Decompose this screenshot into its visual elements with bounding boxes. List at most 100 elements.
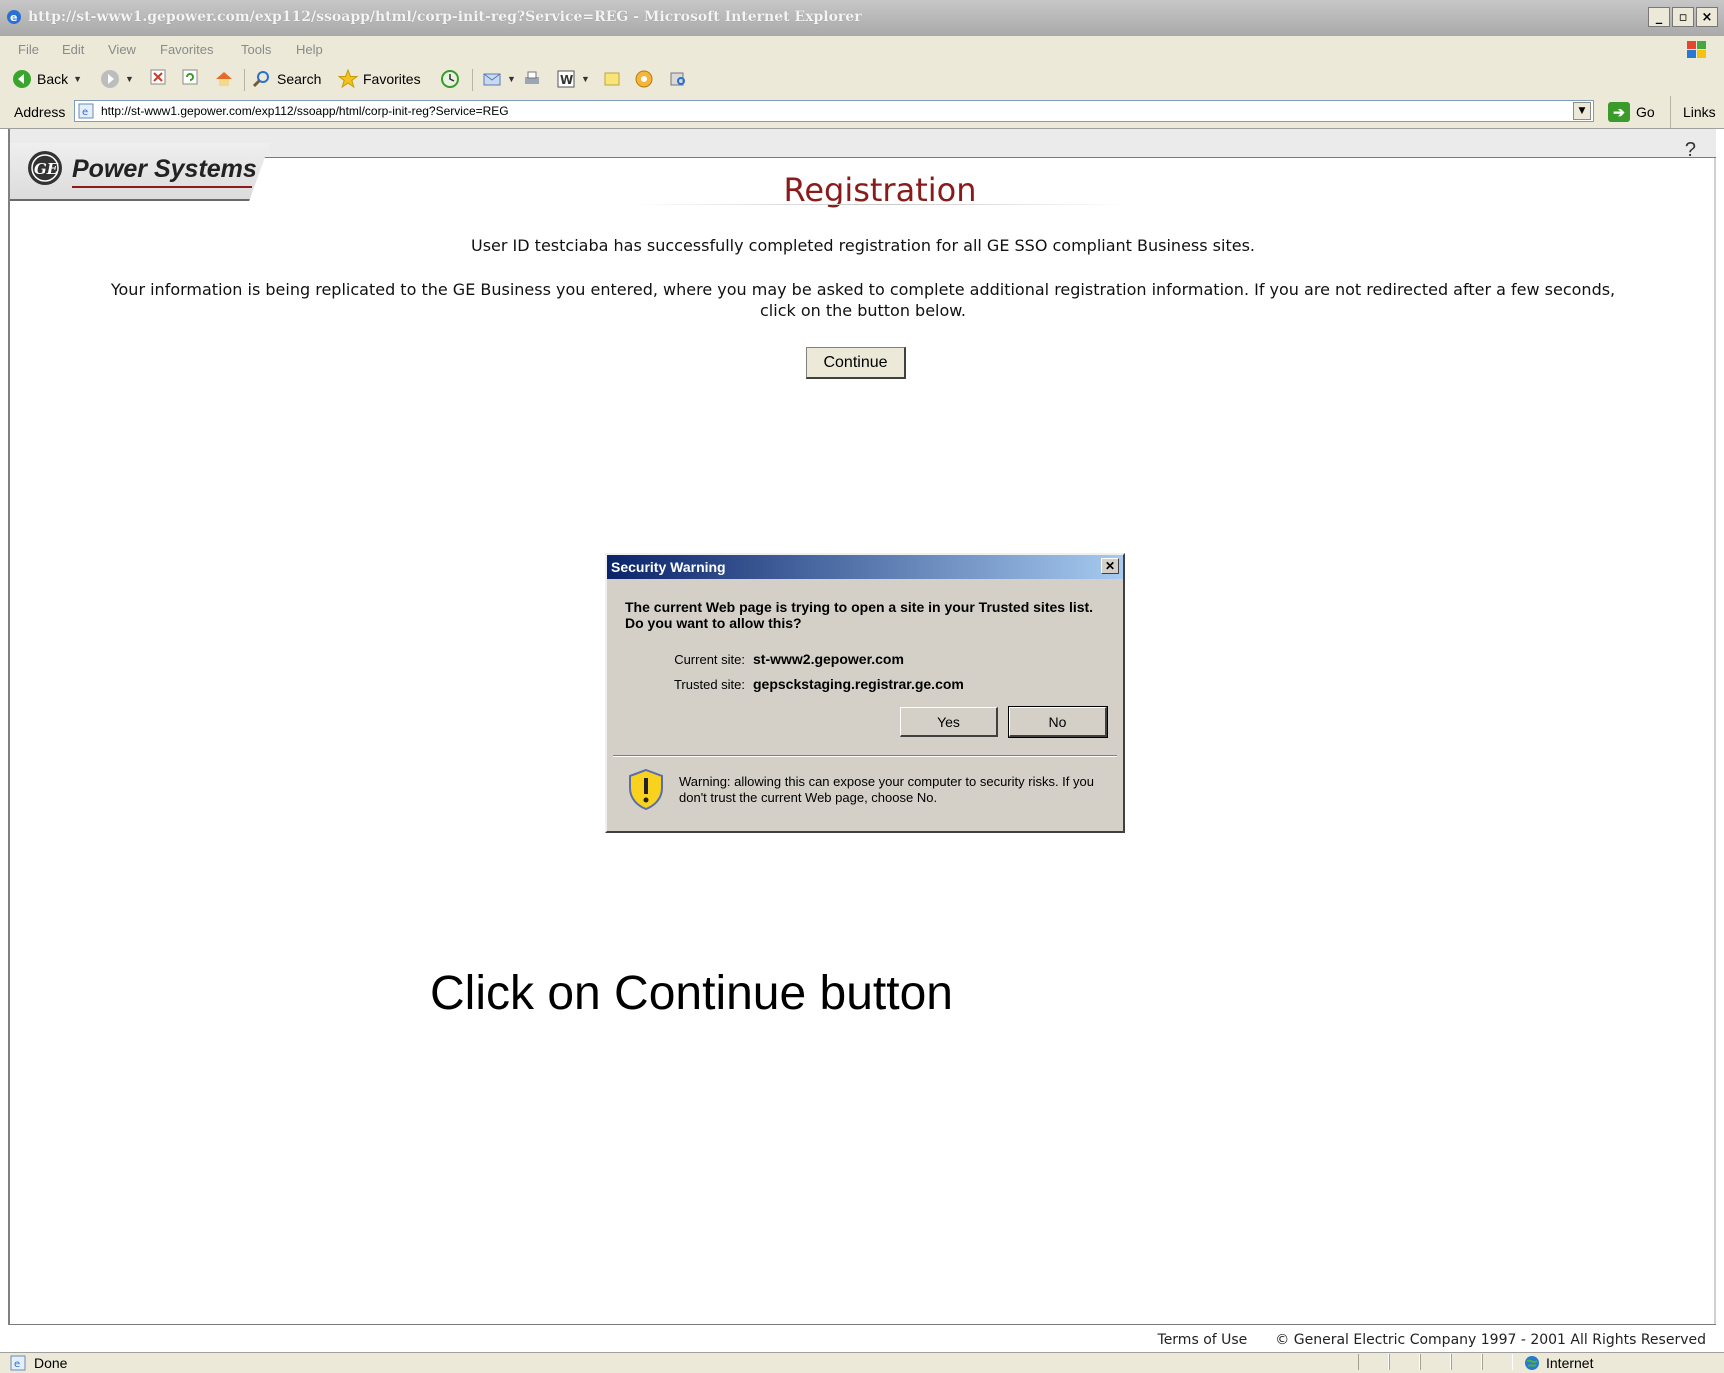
home-icon xyxy=(216,72,232,86)
footer-divider xyxy=(10,1324,1716,1325)
toolbar-divider xyxy=(244,69,245,91)
svg-text:e: e xyxy=(14,1359,20,1370)
address-bar: Address e http://st-www1.gepower.com/exp… xyxy=(0,96,1724,129)
home-button[interactable] xyxy=(214,69,234,89)
dialog-close-button[interactable]: ✕ xyxy=(1101,558,1119,574)
chevron-down-icon: ▼ xyxy=(507,74,516,84)
chevron-down-icon: ▼ xyxy=(125,74,134,84)
terms-of-use-link[interactable]: Terms of Use xyxy=(1158,1332,1248,1348)
instruction-annotation: Click on Continue button xyxy=(430,967,953,1020)
address-label: Address xyxy=(14,104,66,120)
svg-text:W: W xyxy=(560,73,573,87)
menu-favorites[interactable]: Favorites xyxy=(160,42,213,57)
svg-text:e: e xyxy=(82,107,88,118)
window-controls: _ ▫ × xyxy=(1648,7,1718,27)
replication-line-1: Your information is being replicated to … xyxy=(110,280,1616,299)
trusted-site-row: Trusted site: gepsckstaging.registrar.ge.… xyxy=(625,676,964,692)
word-icon: W xyxy=(557,70,575,88)
security-warning-dialog: Security Warning ✕ The current Web page … xyxy=(605,553,1125,833)
continue-button[interactable]: Continue xyxy=(806,347,906,379)
close-icon: ✕ xyxy=(1104,559,1116,573)
trusted-site-value: gepsckstaging.registrar.ge.com xyxy=(753,676,964,692)
back-label: Back xyxy=(37,71,69,87)
yes-button[interactable]: Yes xyxy=(900,707,998,737)
refresh-icon xyxy=(182,69,198,85)
search-icon xyxy=(252,71,269,88)
footer: Terms of Use © General Electric Company … xyxy=(1158,1332,1706,1348)
note-icon xyxy=(604,72,620,86)
ie-icon: e xyxy=(7,10,21,24)
messenger-icon xyxy=(635,70,653,88)
current-site-value: st-www2.gepower.com xyxy=(753,651,904,667)
ie-page-icon: e xyxy=(78,103,94,119)
links-button[interactable]: Links xyxy=(1670,96,1716,128)
status-panels xyxy=(1358,1354,1513,1370)
go-button[interactable]: ➔ Go xyxy=(1608,102,1655,122)
status-text: Done xyxy=(34,1355,68,1371)
no-button[interactable]: No xyxy=(1008,706,1108,738)
forward-icon xyxy=(101,70,119,88)
maximize-button[interactable]: ▫ xyxy=(1672,7,1694,27)
stop-button[interactable] xyxy=(150,69,166,85)
chevron-down-icon: ▼ xyxy=(581,74,590,84)
dialog-warning-text: Warning: allowing this can expose your c… xyxy=(679,774,1094,805)
zone-label: Internet xyxy=(1546,1355,1594,1371)
history-button[interactable] xyxy=(440,69,460,89)
mail-button[interactable]: ▼ xyxy=(482,69,516,89)
dialog-question: The current Web page is trying to open a… xyxy=(625,599,1094,631)
windows-logo-icon xyxy=(1687,41,1706,58)
back-button[interactable]: Back ▼ xyxy=(12,69,82,89)
chevron-down-icon: ▼ xyxy=(1578,106,1586,116)
favorites-star-icon xyxy=(338,69,358,89)
svg-text:e: e xyxy=(10,11,17,24)
copyright-text: © General Electric Company 1997 - 2001 A… xyxy=(1275,1332,1706,1348)
history-icon xyxy=(441,70,459,88)
minimize-button[interactable]: _ xyxy=(1648,7,1670,27)
menu-tools[interactable]: Tools xyxy=(241,42,271,57)
research-button[interactable] xyxy=(668,69,688,89)
title-divider xyxy=(630,204,1130,205)
status-panel xyxy=(1389,1354,1420,1370)
search-button[interactable]: Search xyxy=(252,69,321,89)
menu-edit[interactable]: Edit xyxy=(62,42,84,57)
security-zone: Internet xyxy=(1524,1355,1593,1371)
toolbar-divider xyxy=(472,69,473,91)
status-panel xyxy=(1358,1354,1389,1370)
address-url: http://st-www1.gepower.com/exp112/ssoapp… xyxy=(101,104,509,118)
window-title: http://st-www1.gepower.com/exp112/ssoapp… xyxy=(28,9,862,25)
page-done-icon: e xyxy=(10,1355,26,1371)
messenger-button[interactable] xyxy=(634,69,654,89)
back-icon xyxy=(13,70,31,88)
dialog-separator xyxy=(613,755,1117,757)
chevron-down-icon: ▼ xyxy=(73,74,83,84)
status-bar: e Done Internet xyxy=(0,1352,1724,1373)
print-icon xyxy=(525,71,539,84)
edit-word-button[interactable]: W ▼ xyxy=(556,69,590,89)
window-title-bar: e http://st-www1.gepower.com/exp112/ssoa… xyxy=(0,0,1724,36)
menu-file[interactable]: File xyxy=(18,42,39,57)
status-panel xyxy=(1482,1354,1513,1370)
menu-view[interactable]: View xyxy=(108,42,136,57)
help-button[interactable]: ? xyxy=(1685,139,1696,162)
discuss-button[interactable] xyxy=(602,69,622,89)
address-dropdown-button[interactable]: ▼ xyxy=(1573,102,1591,120)
address-input[interactable]: e http://st-www1.gepower.com/exp112/ssoa… xyxy=(74,100,1594,122)
trusted-site-label: Trusted site: xyxy=(673,677,745,692)
internet-globe-icon xyxy=(1525,1356,1539,1370)
status-panel xyxy=(1420,1354,1451,1370)
replication-line-2: click on the button below. xyxy=(760,301,966,320)
research-icon xyxy=(670,72,685,86)
favorites-button[interactable]: Favorites xyxy=(338,69,421,89)
forward-button[interactable]: ▼ xyxy=(100,69,134,89)
refresh-button[interactable] xyxy=(182,69,198,85)
go-label: Go xyxy=(1636,104,1655,120)
toolbar: Back ▼ ▼ Search Favorites ▼ W ▼ xyxy=(0,63,1724,97)
mail-icon xyxy=(483,73,501,86)
print-button[interactable] xyxy=(522,69,542,89)
go-arrow-icon: ➔ xyxy=(1608,102,1630,122)
close-window-button[interactable]: × xyxy=(1696,7,1718,27)
search-label: Search xyxy=(277,71,322,87)
menu-help[interactable]: Help xyxy=(296,42,323,57)
status-panel xyxy=(1451,1354,1482,1370)
menu-bar: File Edit View Favorites Tools Help xyxy=(0,36,1724,64)
